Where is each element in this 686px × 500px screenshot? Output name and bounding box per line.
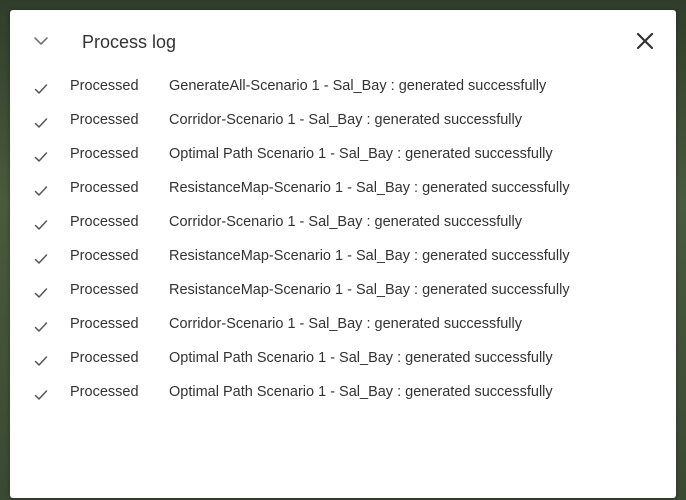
log-message: Optimal Path Scenario 1 - Sal_Bay : gene… [169,384,553,400]
log-entry: Processed ResistanceMap-Scenario 1 - Sal… [10,174,676,208]
log-message: Optimal Path Scenario 1 - Sal_Bay : gene… [169,350,553,366]
log-status: Processed [70,282,139,298]
checkmark-icon [34,117,48,129]
checkmark-icon [34,355,48,367]
log-status: Processed [70,384,139,400]
chevron-down-icon[interactable] [32,34,50,48]
log-status: Processed [70,78,139,94]
checkmark-icon [34,185,48,197]
log-status: Processed [70,112,139,128]
checkmark-icon [34,219,48,231]
panel-header: Process log [10,10,676,72]
log-list: Processed GenerateAll-Scenario 1 - Sal_B… [10,72,676,412]
close-icon[interactable] [634,30,656,52]
log-entry: Processed ResistanceMap-Scenario 1 - Sal… [10,242,676,276]
log-status: Processed [70,214,139,230]
log-entry: Processed Optimal Path Scenario 1 - Sal_… [10,344,676,378]
log-message: Corridor-Scenario 1 - Sal_Bay : generate… [169,214,522,230]
log-entry: Processed ResistanceMap-Scenario 1 - Sal… [10,276,676,310]
log-entry: Processed Optimal Path Scenario 1 - Sal_… [10,140,676,174]
checkmark-icon [34,253,48,265]
log-message: Optimal Path Scenario 1 - Sal_Bay : gene… [169,146,553,162]
log-message: ResistanceMap-Scenario 1 - Sal_Bay : gen… [169,180,570,196]
process-log-panel: Process log Processed GenerateAll-Scenar… [10,10,676,498]
log-entry: Processed Corridor-Scenario 1 - Sal_Bay … [10,208,676,242]
log-status: Processed [70,146,139,162]
log-message: ResistanceMap-Scenario 1 - Sal_Bay : gen… [169,248,570,264]
checkmark-icon [34,83,48,95]
log-status: Processed [70,350,139,366]
log-message: ResistanceMap-Scenario 1 - Sal_Bay : gen… [169,282,570,298]
log-status: Processed [70,180,139,196]
log-message: GenerateAll-Scenario 1 - Sal_Bay : gener… [169,78,547,94]
log-message: Corridor-Scenario 1 - Sal_Bay : generate… [169,316,522,332]
checkmark-icon [34,287,48,299]
log-status: Processed [70,248,139,264]
log-entry: Processed GenerateAll-Scenario 1 - Sal_B… [10,72,676,106]
log-entry: Processed Optimal Path Scenario 1 - Sal_… [10,378,676,412]
log-status: Processed [70,316,139,332]
checkmark-icon [34,321,48,333]
panel-title: Process log [82,32,177,52]
log-entry: Processed Corridor-Scenario 1 - Sal_Bay … [10,106,676,140]
checkmark-icon [34,389,48,401]
checkmark-icon [34,151,48,163]
log-message: Corridor-Scenario 1 - Sal_Bay : generate… [169,112,522,128]
log-entry: Processed Corridor-Scenario 1 - Sal_Bay … [10,310,676,344]
